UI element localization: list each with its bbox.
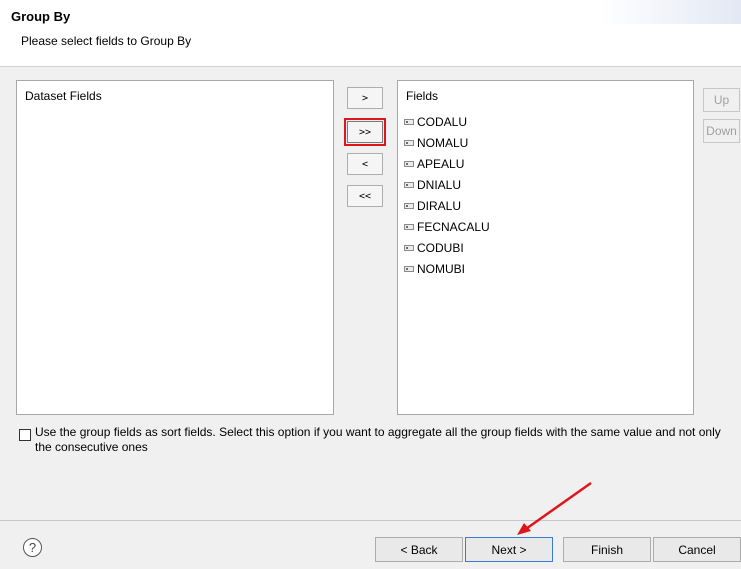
field-icon (404, 223, 414, 230)
field-label: APEALU (417, 156, 465, 171)
list-item[interactable]: NOMUBI (404, 258, 490, 279)
list-item[interactable]: CODUBI (404, 237, 490, 258)
field-icon (404, 265, 414, 272)
field-label: CODALU (417, 114, 468, 129)
move-down-button[interactable]: Down (703, 119, 740, 143)
next-button[interactable]: Next > (465, 537, 553, 562)
page-title: Group By (11, 9, 71, 24)
dataset-fields-header: Dataset Fields (25, 89, 102, 103)
remove-field-button[interactable]: < (347, 153, 383, 175)
field-icon (404, 139, 414, 146)
header-decoration (601, 0, 741, 24)
annotation-arrow-icon (517, 481, 592, 535)
group-fields-header: Fields (406, 89, 439, 103)
help-icon[interactable]: ? (23, 538, 42, 557)
field-label: DIRALU (417, 198, 462, 213)
field-label: FECNACALU (417, 219, 490, 234)
list-item[interactable]: NOMALU (404, 132, 490, 153)
list-item[interactable]: DNIALU (404, 174, 490, 195)
field-icon (404, 244, 414, 251)
add-all-fields-button[interactable]: >> (344, 118, 386, 146)
field-icon (404, 202, 414, 209)
field-label: NOMUBI (417, 261, 465, 276)
sort-fields-checkbox[interactable] (19, 429, 31, 441)
field-icon (404, 118, 414, 125)
field-label: DNIALU (417, 177, 462, 192)
sort-fields-label: Use the group fields as sort fields. Sel… (35, 425, 721, 454)
field-label: NOMALU (417, 135, 469, 150)
dataset-fields-list[interactable]: Dataset Fields (16, 80, 334, 415)
field-icon (404, 160, 414, 167)
list-item[interactable]: DIRALU (404, 195, 490, 216)
list-item[interactable]: FECNACALU (404, 216, 490, 237)
back-button[interactable]: < Back (375, 537, 463, 562)
group-fields-list[interactable]: Fields CODALU NOMALU APEALU DNIALU DIRAL… (397, 80, 694, 415)
wizard-header: Group By Please select fields to Group B… (0, 0, 741, 67)
list-item[interactable]: CODALU (404, 111, 490, 132)
cancel-button[interactable]: Cancel (653, 537, 741, 562)
finish-button[interactable]: Finish (563, 537, 651, 562)
remove-all-fields-button[interactable]: << (347, 185, 383, 207)
move-up-button[interactable]: Up (703, 88, 740, 112)
page-subtitle: Please select fields to Group By (21, 34, 192, 48)
add-field-button[interactable]: > (347, 87, 383, 109)
field-icon (404, 181, 414, 188)
field-label: CODUBI (417, 240, 464, 255)
footer-divider (0, 520, 741, 521)
list-item[interactable]: APEALU (404, 153, 490, 174)
